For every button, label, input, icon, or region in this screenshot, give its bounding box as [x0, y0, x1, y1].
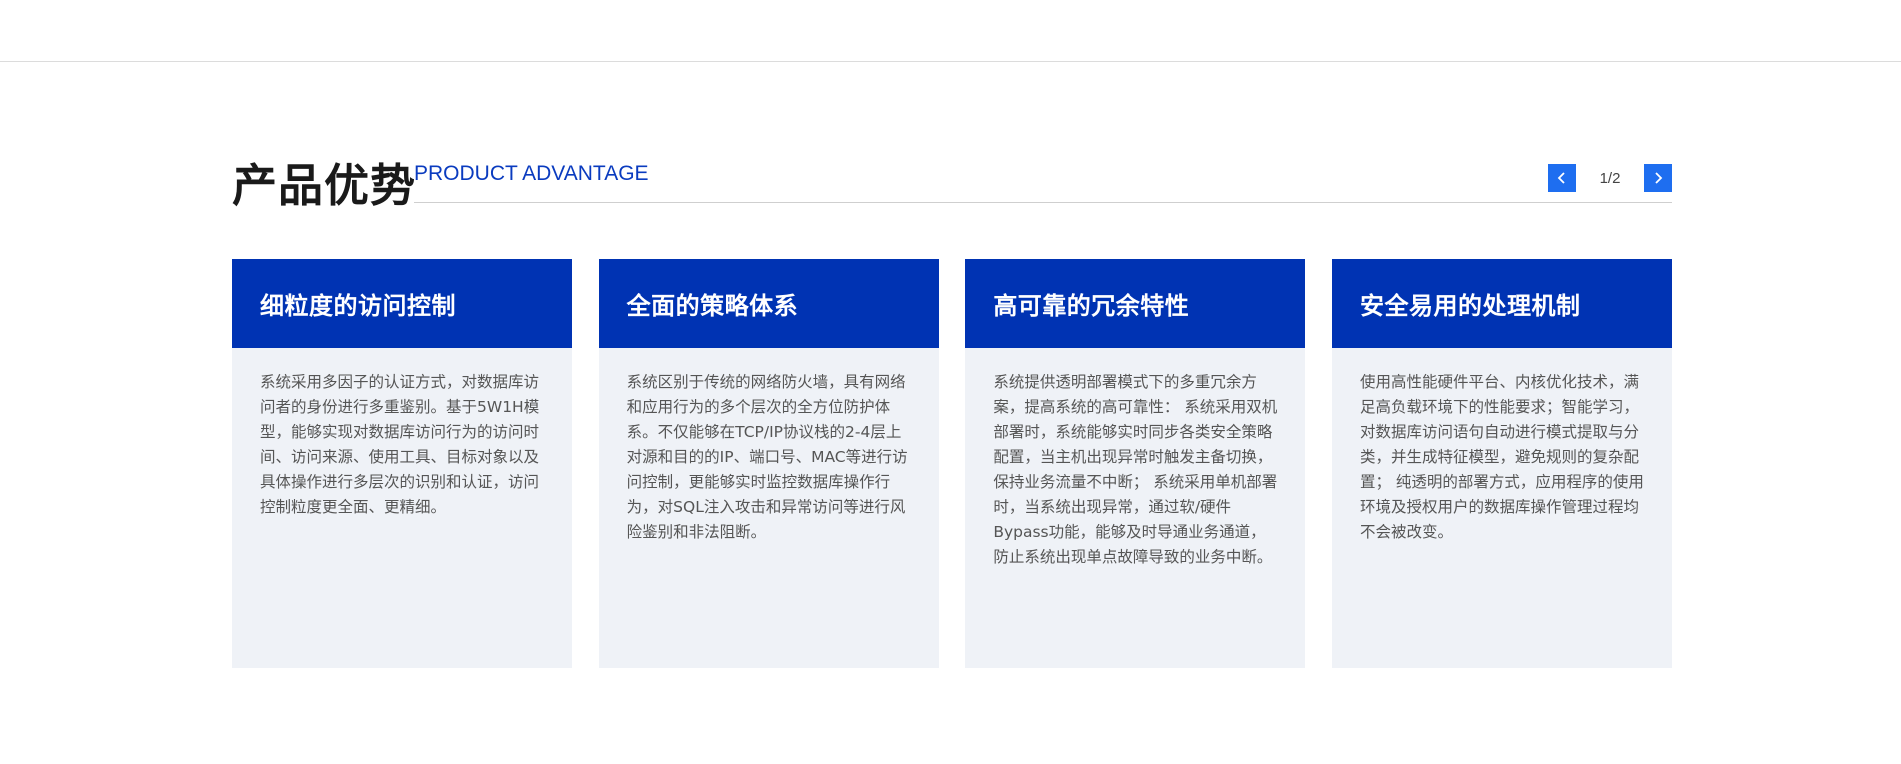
advantage-card: 高可靠的冗余特性 系统提供透明部署模式下的多重冗余方案，提高系统的高可靠性： 系… — [965, 259, 1306, 668]
next-page-button[interactable] — [1644, 164, 1672, 192]
advantage-card: 安全易用的处理机制 使用高性能硬件平台、内核优化技术，满足高负载环境下的性能要求… — [1331, 259, 1672, 668]
card-header: 高可靠的冗余特性 — [965, 259, 1306, 348]
section-header: 产品优势 PRODUCT ADVANTAGE 1/2 — [232, 158, 1672, 212]
card-description: 系统区别于传统的网络防火墙，具有网络和应用行为的多个层次的全方位防护体系。不仅能… — [626, 373, 908, 541]
card-description: 系统提供透明部署模式下的多重冗余方案，提高系统的高可靠性： 系统采用双机部署时，… — [993, 373, 1278, 566]
section-title: 产品优势 — [232, 159, 417, 212]
advantage-cards: 细粒度的访问控制 系统采用多因子的认证方式，对数据库访问者的身份进行多重鉴别。基… — [232, 259, 1672, 668]
card-title: 细粒度的访问控制 — [260, 292, 456, 320]
card-title: 安全易用的处理机制 — [1359, 292, 1581, 320]
pager: 1/2 — [1548, 164, 1672, 192]
top-divider — [0, 61, 1901, 62]
advantage-card: 全面的策略体系 系统区别于传统的网络防火墙，具有网络和应用行为的多个层次的全方位… — [598, 259, 939, 668]
prev-page-button[interactable] — [1548, 164, 1576, 192]
card-header: 细粒度的访问控制 — [232, 259, 572, 348]
chevron-right-icon — [1655, 172, 1663, 184]
card-description: 系统采用多因子的认证方式，对数据库访问者的身份进行多重鉴别。基于5W1H模型，能… — [260, 373, 540, 516]
card-header: 安全易用的处理机制 — [1331, 259, 1672, 348]
header-underline — [414, 202, 1672, 203]
card-description: 使用高性能硬件平台、内核优化技术，满足高负载环境下的性能要求；智能学习，对数据库… — [1359, 373, 1644, 541]
card-title: 全面的策略体系 — [626, 292, 799, 320]
chevron-left-icon — [1557, 172, 1565, 184]
card-header: 全面的策略体系 — [598, 259, 939, 348]
section-subtitle: PRODUCT ADVANTAGE — [414, 162, 649, 185]
advantage-card: 细粒度的访问控制 系统采用多因子的认证方式，对数据库访问者的身份进行多重鉴别。基… — [232, 259, 572, 668]
page-indicator: 1/2 — [1599, 169, 1621, 187]
card-title: 高可靠的冗余特性 — [993, 292, 1190, 320]
